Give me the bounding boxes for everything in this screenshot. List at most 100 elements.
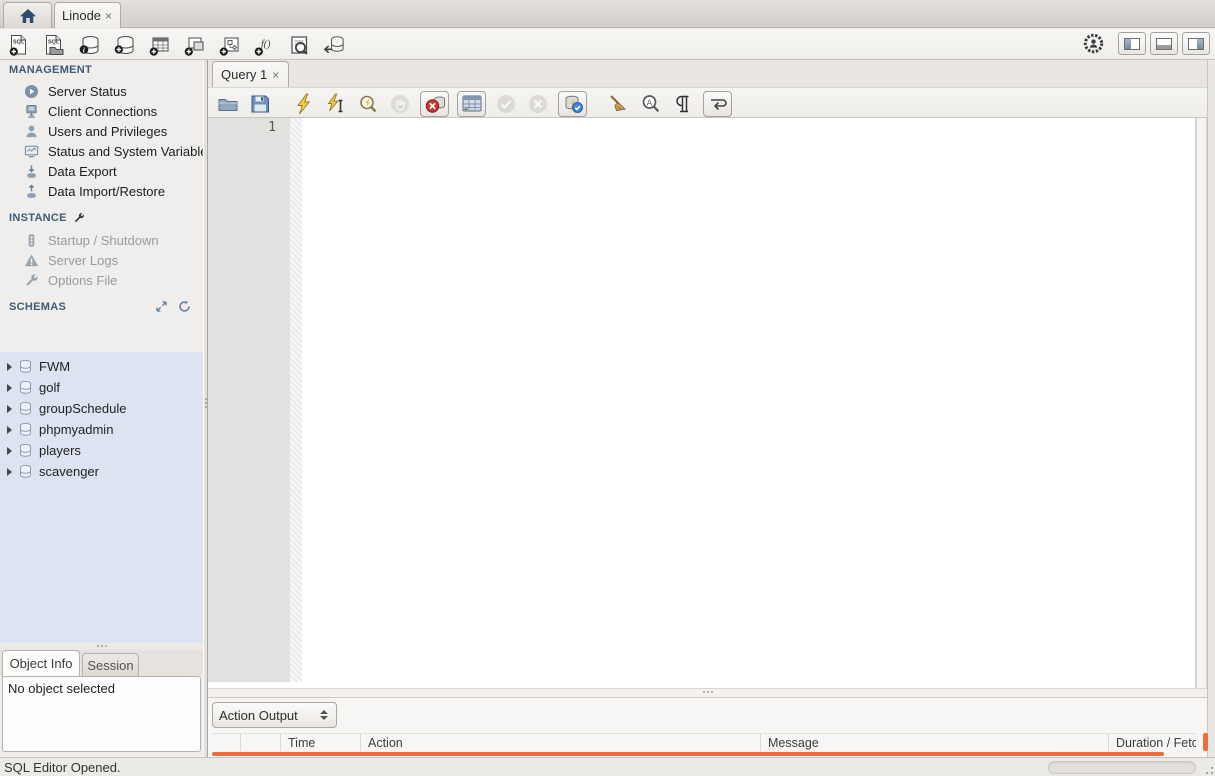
create-function-icon[interactable]: f() (251, 32, 276, 57)
progress-indicator (1048, 761, 1196, 774)
expand-schemas-icon[interactable] (155, 300, 168, 313)
open-file-icon[interactable] (216, 92, 240, 116)
admin-gear-icon (1082, 33, 1104, 55)
column-header-message[interactable]: Message (760, 734, 1108, 751)
beautify-icon[interactable] (607, 92, 631, 116)
options-file-icon (23, 272, 39, 288)
data-import-icon (23, 183, 39, 199)
toggle-autocommit-button[interactable] (558, 90, 587, 117)
expander-icon[interactable] (7, 446, 12, 455)
expander-icon[interactable] (7, 404, 12, 413)
sidebar-item-status-system-variables[interactable]: Status and System Variables (0, 141, 203, 161)
execute-current-icon[interactable] (324, 92, 348, 116)
sql-editor-toolbar: A (208, 87, 1207, 118)
sql-editor: 1 (208, 118, 1196, 748)
toggle-stop-on-error-button[interactable] (420, 90, 449, 117)
expander-icon[interactable] (7, 467, 12, 476)
output-type-select[interactable]: Action Output (212, 702, 337, 728)
open-sql-script-icon[interactable]: SQL (41, 32, 66, 57)
column-header-action[interactable]: Action (360, 734, 760, 751)
svg-text:SQL: SQL (13, 39, 25, 45)
sidebar-item-startup-shutdown[interactable]: Startup / Shutdown (0, 230, 203, 250)
schema-item-players[interactable]: players (0, 440, 203, 461)
connection-tab-close-icon[interactable]: × (104, 10, 113, 22)
main-area: Query 1 × A 1 Action Output Time Action … (208, 60, 1215, 757)
bottom-panel-icon (1156, 37, 1172, 50)
sidebar-item-users-privileges[interactable]: Users and Privileges (0, 121, 203, 141)
column-header-time[interactable]: Time (280, 734, 360, 751)
toggle-left-sidebar-button[interactable] (1118, 32, 1146, 55)
query-tab[interactable]: Query 1 × (212, 61, 290, 87)
create-procedure-icon[interactable] (216, 32, 241, 57)
output-type-value: Action Output (219, 707, 298, 723)
server-status-icon (23, 83, 39, 99)
query-tab-close-icon[interactable]: × (271, 69, 280, 81)
output-splitter[interactable] (208, 688, 1207, 698)
show-invisibles-icon[interactable] (671, 92, 695, 116)
search-data-icon[interactable] (286, 32, 311, 57)
line-number: 1 (268, 120, 276, 135)
find-icon[interactable]: A (639, 92, 663, 116)
main-toolbar-icons: SQL SQL i f() (6, 32, 346, 57)
fold-margin (290, 118, 302, 682)
output-horizontal-scrollbar[interactable] (212, 752, 1164, 756)
startup-shutdown-icon (23, 232, 39, 248)
wrap-text-button[interactable] (703, 90, 732, 117)
query-tab-label: Query 1 (221, 67, 268, 82)
schema-item-scavenger[interactable]: scavenger (0, 461, 203, 482)
save-icon[interactable] (248, 92, 272, 116)
output-vertical-scrollbar[interactable] (1203, 733, 1208, 751)
sidebar-horizontal-splitter[interactable] (0, 643, 203, 650)
schema-item-fwm[interactable]: FWM (0, 356, 203, 377)
code-area[interactable] (302, 118, 1195, 741)
execute-icon[interactable] (292, 92, 316, 116)
explain-icon[interactable] (356, 92, 380, 116)
combo-arrows-icon (320, 710, 330, 720)
line-number-gutter: 1 (208, 118, 290, 682)
schema-item-groupschedule[interactable]: groupSchedule (0, 398, 203, 419)
status-bar: SQL Editor Opened. (0, 757, 1215, 776)
refresh-schemas-icon[interactable] (178, 300, 191, 313)
connection-tab-label: Linode (62, 8, 102, 23)
svg-text:A: A (647, 98, 653, 107)
schemas-tools (155, 300, 191, 313)
splitter-grip (205, 398, 207, 408)
toggle-bottom-panel-button[interactable] (1150, 32, 1178, 55)
sidebar-item-options-file[interactable]: Options File (0, 270, 203, 290)
schema-item-golf[interactable]: golf (0, 377, 203, 398)
tab-session[interactable]: Session (82, 653, 139, 676)
tab-object-info[interactable]: Object Info (2, 650, 80, 676)
server-logs-icon (23, 252, 39, 268)
create-schema-icon[interactable] (111, 32, 136, 57)
expander-icon[interactable] (7, 383, 12, 392)
object-info-panel: No object selected (2, 676, 201, 752)
sidebar-item-data-export[interactable]: Data Export (0, 161, 203, 181)
create-view-icon[interactable] (181, 32, 206, 57)
expander-icon[interactable] (7, 362, 12, 371)
left-panel-icon (1124, 37, 1140, 50)
column-header-duration[interactable]: Duration / Fetch (1108, 734, 1196, 751)
schemas-section-title: SCHEMAS (9, 301, 67, 313)
status-message: SQL Editor Opened. (4, 760, 121, 775)
sidebar-item-server-status[interactable]: Server Status (0, 81, 203, 101)
instance-section-title: INSTANCE (9, 212, 85, 224)
inspect-database-icon[interactable]: i (76, 32, 101, 57)
rollback-icon (526, 92, 550, 116)
schema-item-phpmyadmin[interactable]: phpmyadmin (0, 419, 203, 440)
column-header-blank1[interactable] (212, 734, 240, 751)
sidebar-item-server-logs[interactable]: Server Logs (0, 250, 203, 270)
reconnect-dbms-icon[interactable] (321, 32, 346, 57)
new-sql-tab-icon[interactable]: SQL (6, 32, 31, 57)
sidebar-item-client-connections[interactable]: Client Connections (0, 101, 203, 121)
sidebar-item-data-import[interactable]: Data Import/Restore (0, 181, 203, 201)
expander-icon[interactable] (7, 425, 12, 434)
toggle-right-sidebar-button[interactable] (1182, 32, 1210, 55)
home-tab[interactable] (3, 2, 52, 28)
limit-rows-button[interactable] (457, 90, 486, 117)
editor-vertical-scrollbar[interactable] (1196, 118, 1207, 748)
create-table-icon[interactable] (146, 32, 171, 57)
column-header-blank2[interactable] (240, 734, 280, 751)
window-resize-grip[interactable] (1201, 762, 1213, 774)
connection-tab[interactable]: Linode × (54, 2, 122, 28)
schema-icon (18, 443, 33, 458)
